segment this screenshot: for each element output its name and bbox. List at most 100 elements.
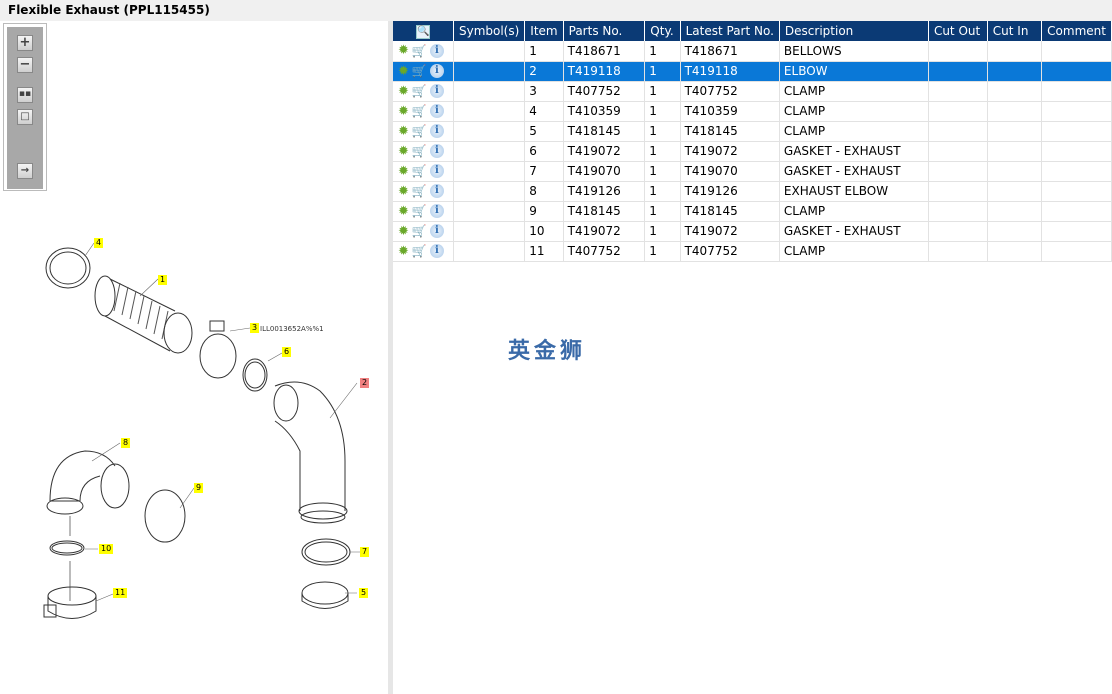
info-icon[interactable]: i: [429, 164, 444, 178]
latest-part-cell: T419070: [680, 161, 780, 182]
callout-4[interactable]: 4: [94, 238, 104, 248]
cart-icon[interactable]: 🛒: [412, 184, 427, 198]
column-header[interactable]: Cut In: [987, 21, 1043, 41]
info-icon[interactable]: i: [429, 43, 444, 58]
window-title: Flexible Exhaust (PPL115455): [8, 3, 210, 17]
cut-in-cell: [987, 81, 1043, 102]
search-icon[interactable]: 🔍: [415, 25, 430, 39]
item-cell: 4: [524, 101, 564, 122]
table-row[interactable]: ✹ 🛒 i 4 T410359 1 T410359 CLAMP: [393, 101, 1112, 122]
cut-in-cell: [987, 161, 1043, 182]
description-cell: CLAMP: [779, 101, 929, 122]
comment-cell: [1041, 41, 1112, 62]
column-header[interactable]: Cut Out: [928, 21, 988, 41]
info-icon[interactable]: i: [429, 184, 444, 198]
info-icon[interactable]: i: [429, 244, 444, 258]
gear-icon[interactable]: ✹: [398, 184, 409, 199]
comment-cell: [1041, 61, 1112, 82]
table-row[interactable]: ✹ 🛒 i 9 T418145 1 T418145 CLAMP: [393, 201, 1112, 222]
clamp-4-shape: [45, 247, 91, 289]
item-cell: 8: [524, 181, 564, 202]
callout-6[interactable]: 6: [282, 347, 292, 357]
cart-icon[interactable]: 🛒: [412, 44, 427, 58]
row-actions: ✹ 🛒 i: [393, 181, 454, 202]
column-header[interactable]: Qty.: [644, 21, 681, 41]
table-row[interactable]: ✹ 🛒 i 10 T419072 1 T419072 GASKET - EXHAUS…: [393, 221, 1112, 242]
callout-3[interactable]: 3: [250, 323, 260, 333]
info-icon[interactable]: i: [429, 64, 444, 78]
table-row[interactable]: ✹ 🛒 i 2 T419118 1 T419118 ELBOW: [393, 61, 1112, 82]
callout-10[interactable]: 10: [99, 544, 114, 554]
gear-icon[interactable]: ✹: [398, 244, 409, 259]
qty-cell: 1: [644, 121, 681, 142]
cut-out-cell: [928, 221, 988, 242]
comment-cell: [1041, 161, 1112, 182]
table-row[interactable]: ✹ 🛒 i 11 T407752 1 T407752 CLAMP: [393, 241, 1112, 262]
callout-9[interactable]: 9: [194, 483, 204, 493]
gear-icon[interactable]: ✹: [398, 144, 409, 159]
table-row[interactable]: ✹ 🛒 i 8 T419126 1 T419126 EXHAUST ELBOW: [393, 181, 1112, 202]
callout-2[interactable]: 2: [360, 378, 370, 388]
row-actions: ✹ 🛒 i: [393, 41, 454, 62]
symbols-cell: [453, 241, 526, 262]
cut-in-cell: [987, 201, 1043, 222]
diagram-panel[interactable]: + − ▪▪ □ → 4 1 3 ILL0013652A%%1 6 2 8 9 …: [0, 21, 388, 694]
gear-icon[interactable]: ✹: [398, 224, 409, 239]
description-cell: ELBOW: [779, 61, 929, 82]
column-header[interactable]: Parts No.: [563, 21, 646, 41]
column-header[interactable]: Description: [779, 21, 929, 41]
part-number-cell: T419126: [563, 181, 646, 202]
row-actions: ✹ 🛒 i: [393, 161, 454, 182]
gear-icon[interactable]: ✹: [398, 204, 409, 219]
item-cell: 11: [524, 241, 564, 262]
latest-part-cell: T418671: [680, 41, 780, 62]
cart-icon[interactable]: 🛒: [412, 244, 427, 258]
gear-icon[interactable]: ✹: [398, 84, 409, 99]
table-row[interactable]: ✹ 🛒 i 5 T418145 1 T418145 CLAMP: [393, 121, 1112, 142]
info-icon[interactable]: i: [429, 84, 444, 98]
search-column-header[interactable]: 🔍: [393, 21, 454, 41]
callout-8[interactable]: 8: [121, 438, 131, 448]
gear-icon[interactable]: ✹: [398, 124, 409, 139]
cart-icon[interactable]: 🛒: [412, 124, 427, 138]
latest-part-cell: T407752: [680, 81, 780, 102]
comment-cell: [1041, 201, 1112, 222]
cart-icon[interactable]: 🛒: [412, 224, 427, 238]
callout-1[interactable]: 1: [158, 275, 168, 285]
table-row[interactable]: ✹ 🛒 i 3 T407752 1 T407752 CLAMP: [393, 81, 1112, 102]
cut-out-cell: [928, 241, 988, 262]
cut-in-cell: [987, 101, 1043, 122]
cart-icon[interactable]: 🛒: [412, 164, 427, 178]
table-row[interactable]: ✹ 🛒 i 1 T418671 1 T418671 BELLOWS: [393, 41, 1112, 62]
info-icon[interactable]: i: [429, 204, 444, 218]
gear-icon[interactable]: ✹: [398, 64, 409, 79]
column-header[interactable]: Latest Part No.: [680, 21, 780, 41]
cart-icon[interactable]: 🛒: [412, 144, 427, 158]
info-icon[interactable]: i: [429, 104, 444, 118]
column-header[interactable]: Comment: [1041, 21, 1112, 41]
gear-icon[interactable]: ✹: [398, 104, 409, 119]
gear-icon[interactable]: ✹: [398, 164, 409, 179]
column-header[interactable]: Symbol(s): [453, 21, 526, 41]
info-icon[interactable]: i: [429, 224, 444, 238]
description-cell: GASKET - EXHAUST: [779, 221, 929, 242]
row-actions: ✹ 🛒 i: [393, 121, 454, 142]
part-number-cell: T418145: [563, 201, 646, 222]
info-icon[interactable]: i: [429, 124, 444, 138]
gear-icon[interactable]: ✹: [398, 43, 409, 58]
cart-icon[interactable]: 🛒: [412, 64, 427, 78]
symbols-cell: [453, 161, 526, 182]
cart-icon[interactable]: 🛒: [412, 204, 427, 218]
table-row[interactable]: ✹ 🛒 i 6 T419072 1 T419072 GASKET - EXHAUST: [393, 141, 1112, 162]
item-cell: 5: [524, 121, 564, 142]
column-header[interactable]: Item: [524, 21, 564, 41]
latest-part-cell: T407752: [680, 241, 780, 262]
table-row[interactable]: ✹ 🛒 i 7 T419070 1 T419070 GASKET - EXHAUST: [393, 161, 1112, 182]
qty-cell: 1: [644, 181, 681, 202]
callout-7[interactable]: 7: [360, 547, 370, 557]
callout-11[interactable]: 11: [113, 588, 128, 598]
cart-icon[interactable]: 🛒: [412, 104, 427, 118]
cart-icon[interactable]: 🛒: [412, 84, 427, 98]
callout-5[interactable]: 5: [359, 588, 369, 598]
info-icon[interactable]: i: [429, 144, 444, 158]
